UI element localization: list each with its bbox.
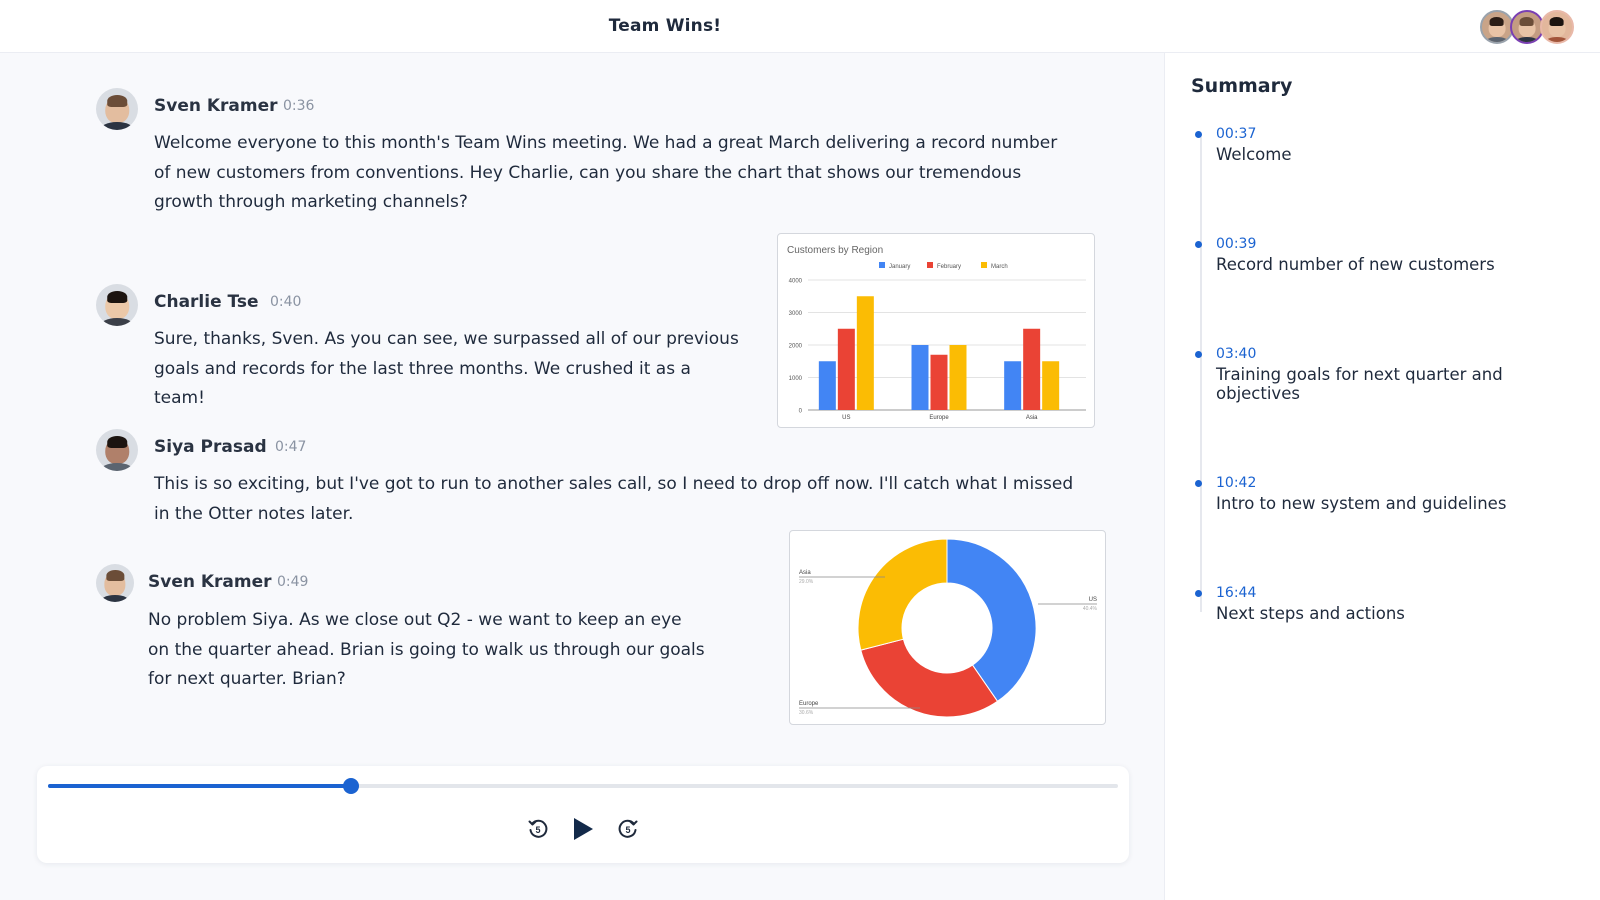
timeline-dot <box>1195 131 1202 138</box>
participant-avatar[interactable] <box>1510 10 1544 44</box>
participant-avatar[interactable] <box>1480 10 1514 44</box>
slice-label: Europe <box>799 701 819 707</box>
y-tick-label: 0 <box>799 409 803 415</box>
legend-swatch <box>927 262 933 268</box>
summary-label: Record number of new customers <box>1216 255 1495 274</box>
timeline-dot <box>1195 241 1202 248</box>
summary-label: Training goals for next quarter and obje… <box>1216 365 1503 403</box>
play-icon <box>574 818 593 840</box>
slice-percent: 30.6% <box>799 710 814 716</box>
summary-label: Intro to new system and guidelines <box>1216 494 1507 513</box>
timeline-dot <box>1195 480 1202 487</box>
transcript-text: This is so exciting, but I've got to run… <box>154 474 1074 524</box>
timeline-dot <box>1195 351 1202 358</box>
donut-chart-card[interactable]: US 40.4% Europe 30.6% Asia 29.0% <box>789 530 1106 725</box>
summary-timestamp[interactable]: 00:37 <box>1216 126 1256 142</box>
speaker-avatar[interactable] <box>96 88 138 130</box>
audio-player: 5 5 <box>37 766 1129 863</box>
summary-panel: Summary 00:37 Welcome 00:39 Record numbe… <box>1164 53 1600 900</box>
bar-us-march <box>856 296 874 410</box>
y-tick-label: 1000 <box>789 376 803 382</box>
y-tick-label: 4000 <box>789 279 803 285</box>
legend-swatch <box>879 262 885 268</box>
summary-timestamp[interactable]: 03:40 <box>1216 346 1256 362</box>
forward-icon: 5 <box>618 819 638 838</box>
speaker-name[interactable]: Siya Prasad <box>154 437 267 457</box>
play-button[interactable] <box>571 816 595 842</box>
speaker-name[interactable]: Sven Kramer <box>154 96 278 116</box>
bar-asia-march <box>1042 361 1060 410</box>
summary-label: Next steps and actions <box>1216 604 1405 623</box>
slice-percent: 29.0% <box>799 579 814 585</box>
legend-label: January <box>889 264 910 270</box>
top-bar: Team Wins! <box>0 0 1600 53</box>
playback-scrubber[interactable] <box>48 778 1118 794</box>
x-tick-label: Asia <box>1026 415 1038 421</box>
chart-title: Customers by Region <box>787 245 883 256</box>
donut-chart: US 40.4% Europe 30.6% Asia 29.0% <box>799 538 1098 718</box>
bar-chart: Customers by Region January February March… <box>787 245 1086 421</box>
summary-label: Welcome <box>1216 145 1292 164</box>
timestamp[interactable]: 0:40 <box>270 294 301 310</box>
slice-label: US <box>1089 597 1097 603</box>
participant-avatars <box>1480 10 1574 44</box>
slice-percent: 40.4% <box>1083 606 1098 612</box>
speaker-avatar[interactable] <box>96 564 134 602</box>
timestamp[interactable]: 0:49 <box>277 574 308 590</box>
transcript-text: Welcome everyone to this month's Team Wi… <box>154 133 1058 212</box>
summary-timestamp[interactable]: 16:44 <box>1216 585 1256 601</box>
bar-us-january <box>818 361 836 410</box>
legend-swatch <box>981 262 987 268</box>
speaker-name[interactable]: Charlie Tse <box>154 292 259 312</box>
summary-title: Summary <box>1191 75 1293 97</box>
legend-label: February <box>937 264 961 270</box>
timestamp[interactable]: 0:36 <box>283 98 314 114</box>
timeline-dot <box>1195 590 1202 597</box>
transcript-text: No problem Siya. As we close out Q2 - we… <box>148 610 705 689</box>
bar-europe-january <box>911 345 929 410</box>
playback-progress <box>48 784 351 788</box>
participant-avatar[interactable] <box>1540 10 1574 44</box>
donut-slice-asia <box>857 538 948 651</box>
svg-text:5: 5 <box>625 825 630 835</box>
transcript-text: Sure, thanks, Sven. As you can see, we s… <box>154 329 739 408</box>
bar-asia-january <box>1004 361 1022 410</box>
speaker-avatar[interactable] <box>96 284 138 326</box>
x-tick-label: Europe <box>929 415 949 421</box>
rewind-5-button[interactable]: 5 <box>527 818 549 840</box>
rewind-icon: 5 <box>528 819 548 838</box>
playback-controls: 5 5 <box>37 816 1129 842</box>
y-tick-label: 2000 <box>789 344 803 350</box>
bar-europe-february <box>930 354 948 410</box>
slice-label: Asia <box>799 570 811 576</box>
x-tick-label: US <box>842 415 850 421</box>
forward-5-button[interactable]: 5 <box>617 818 639 840</box>
y-tick-label: 3000 <box>789 311 803 317</box>
speaker-name[interactable]: Sven Kramer <box>148 572 272 592</box>
summary-timestamp[interactable]: 00:39 <box>1216 236 1256 252</box>
bar-us-february <box>837 328 855 410</box>
bar-europe-march <box>949 345 967 410</box>
meeting-title: Team Wins! <box>608 16 722 36</box>
bar-asia-february <box>1023 328 1041 410</box>
legend-label: March <box>991 264 1008 270</box>
donut-slice-europe <box>860 638 999 718</box>
timestamp[interactable]: 0:47 <box>275 439 306 455</box>
speaker-avatar[interactable] <box>96 429 138 471</box>
timeline-line <box>1200 137 1202 612</box>
summary-timestamp[interactable]: 10:42 <box>1216 475 1256 491</box>
scrubber-handle[interactable] <box>342 778 359 794</box>
svg-text:5: 5 <box>535 825 540 835</box>
bar-chart-card[interactable]: Customers by Region January February March… <box>777 233 1095 428</box>
